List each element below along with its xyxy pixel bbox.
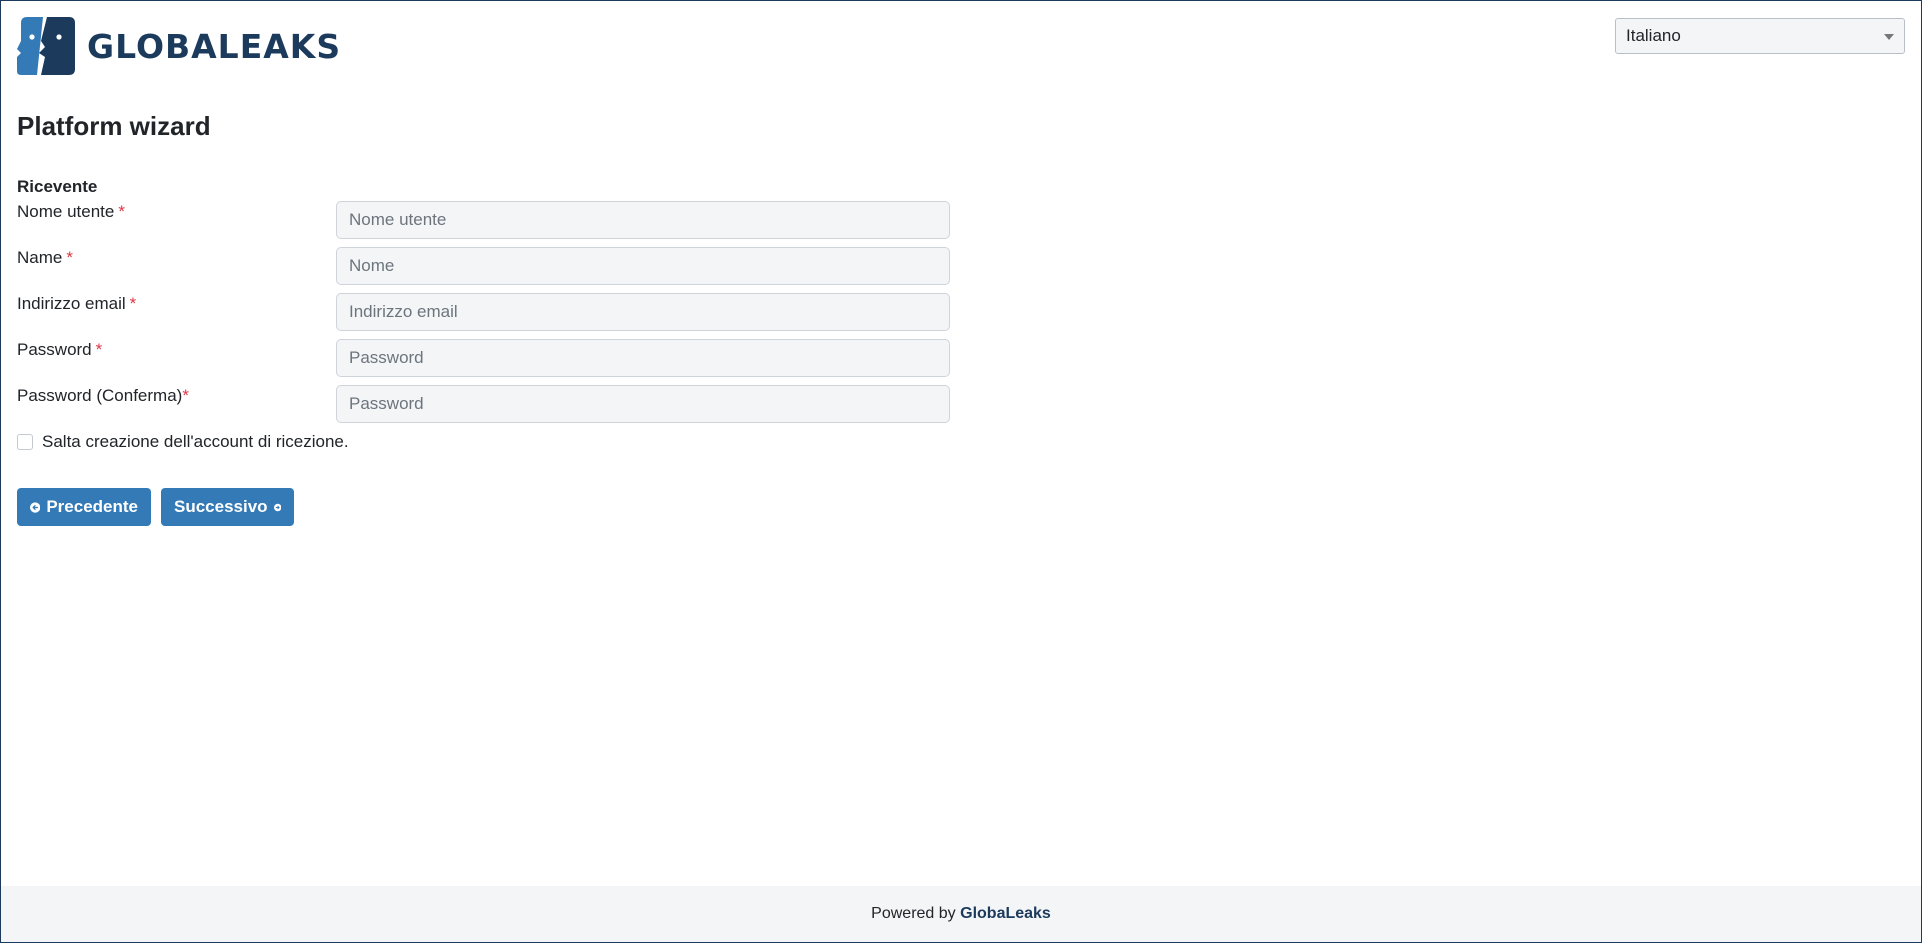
globaleaks-logo-icon — [17, 17, 75, 75]
username-input[interactable] — [336, 201, 950, 239]
field-label-email: Indirizzo email * — [17, 294, 136, 314]
name-input[interactable] — [336, 247, 950, 285]
previous-button-label: Precedente — [46, 497, 138, 516]
field-label-text: Password (Conferma) — [17, 386, 183, 405]
chevron-down-icon — [1884, 34, 1894, 40]
field-label-password-confirm: Password (Conferma)* — [17, 386, 189, 406]
required-marker: * — [66, 248, 73, 267]
password-confirm-input[interactable] — [336, 385, 950, 423]
page-title: Platform wizard — [17, 111, 211, 141]
skip-receiver-row[interactable]: Salta creazione dell'account di ricezion… — [17, 432, 349, 452]
required-marker: * — [129, 294, 137, 313]
language-select[interactable]: Italiano — [1615, 18, 1905, 54]
required-marker: * — [118, 202, 125, 221]
field-label-text: Nome utente — [17, 202, 115, 221]
footer: Powered by GlobaLeaks — [1, 886, 1921, 942]
required-marker: * — [95, 340, 103, 359]
arrow-circle-right-icon — [273, 503, 281, 511]
password-input[interactable] — [336, 339, 950, 377]
header-logo: GLOBALEAKS — [17, 17, 341, 75]
skip-receiver-checkbox[interactable] — [17, 434, 33, 450]
section-label-ricevente: Ricevente — [17, 177, 98, 196]
footer-brand-link[interactable]: GlobaLeaks — [960, 905, 1051, 922]
field-label-password: Password * — [17, 340, 102, 360]
field-label-name: Name * — [17, 248, 73, 268]
field-label-username: Nome utente * — [17, 202, 125, 222]
required-marker: * — [182, 386, 189, 405]
field-label-text: Password — [17, 340, 92, 359]
field-label-text: Name — [17, 248, 63, 267]
field-label-text: Indirizzo email — [17, 294, 126, 313]
arrow-circle-left-icon — [30, 501, 41, 513]
logo-wordmark: GLOBALEAKS — [87, 26, 342, 66]
next-button-label: Successivo — [174, 497, 268, 516]
next-button[interactable]: Successivo — [161, 488, 294, 526]
language-select-value: Italiano — [1626, 26, 1681, 45]
previous-button[interactable]: Precedente — [17, 488, 151, 526]
skip-receiver-label: Salta creazione dell'account di ricezion… — [42, 432, 349, 451]
footer-prefix: Powered by — [871, 905, 956, 922]
email-input[interactable] — [336, 293, 950, 331]
